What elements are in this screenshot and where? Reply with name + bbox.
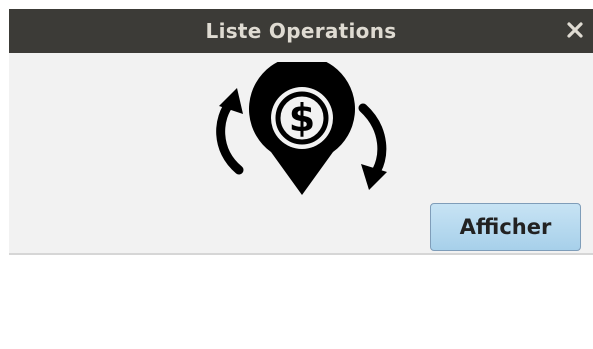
window-title: Liste Operations <box>205 19 397 43</box>
afficher-button[interactable]: Afficher <box>430 203 581 251</box>
left-arrow-shape <box>216 97 244 175</box>
divider <box>9 253 593 255</box>
dialog-window: Liste Operations $ Afficher <box>9 9 593 254</box>
dollar-sign: $ <box>289 96 315 140</box>
dialog-content: $ Afficher <box>9 53 593 254</box>
close-icon[interactable] <box>563 18 587 42</box>
money-location-exchange-icon: $ <box>211 56 393 202</box>
title-bar[interactable]: Liste Operations <box>9 9 593 53</box>
